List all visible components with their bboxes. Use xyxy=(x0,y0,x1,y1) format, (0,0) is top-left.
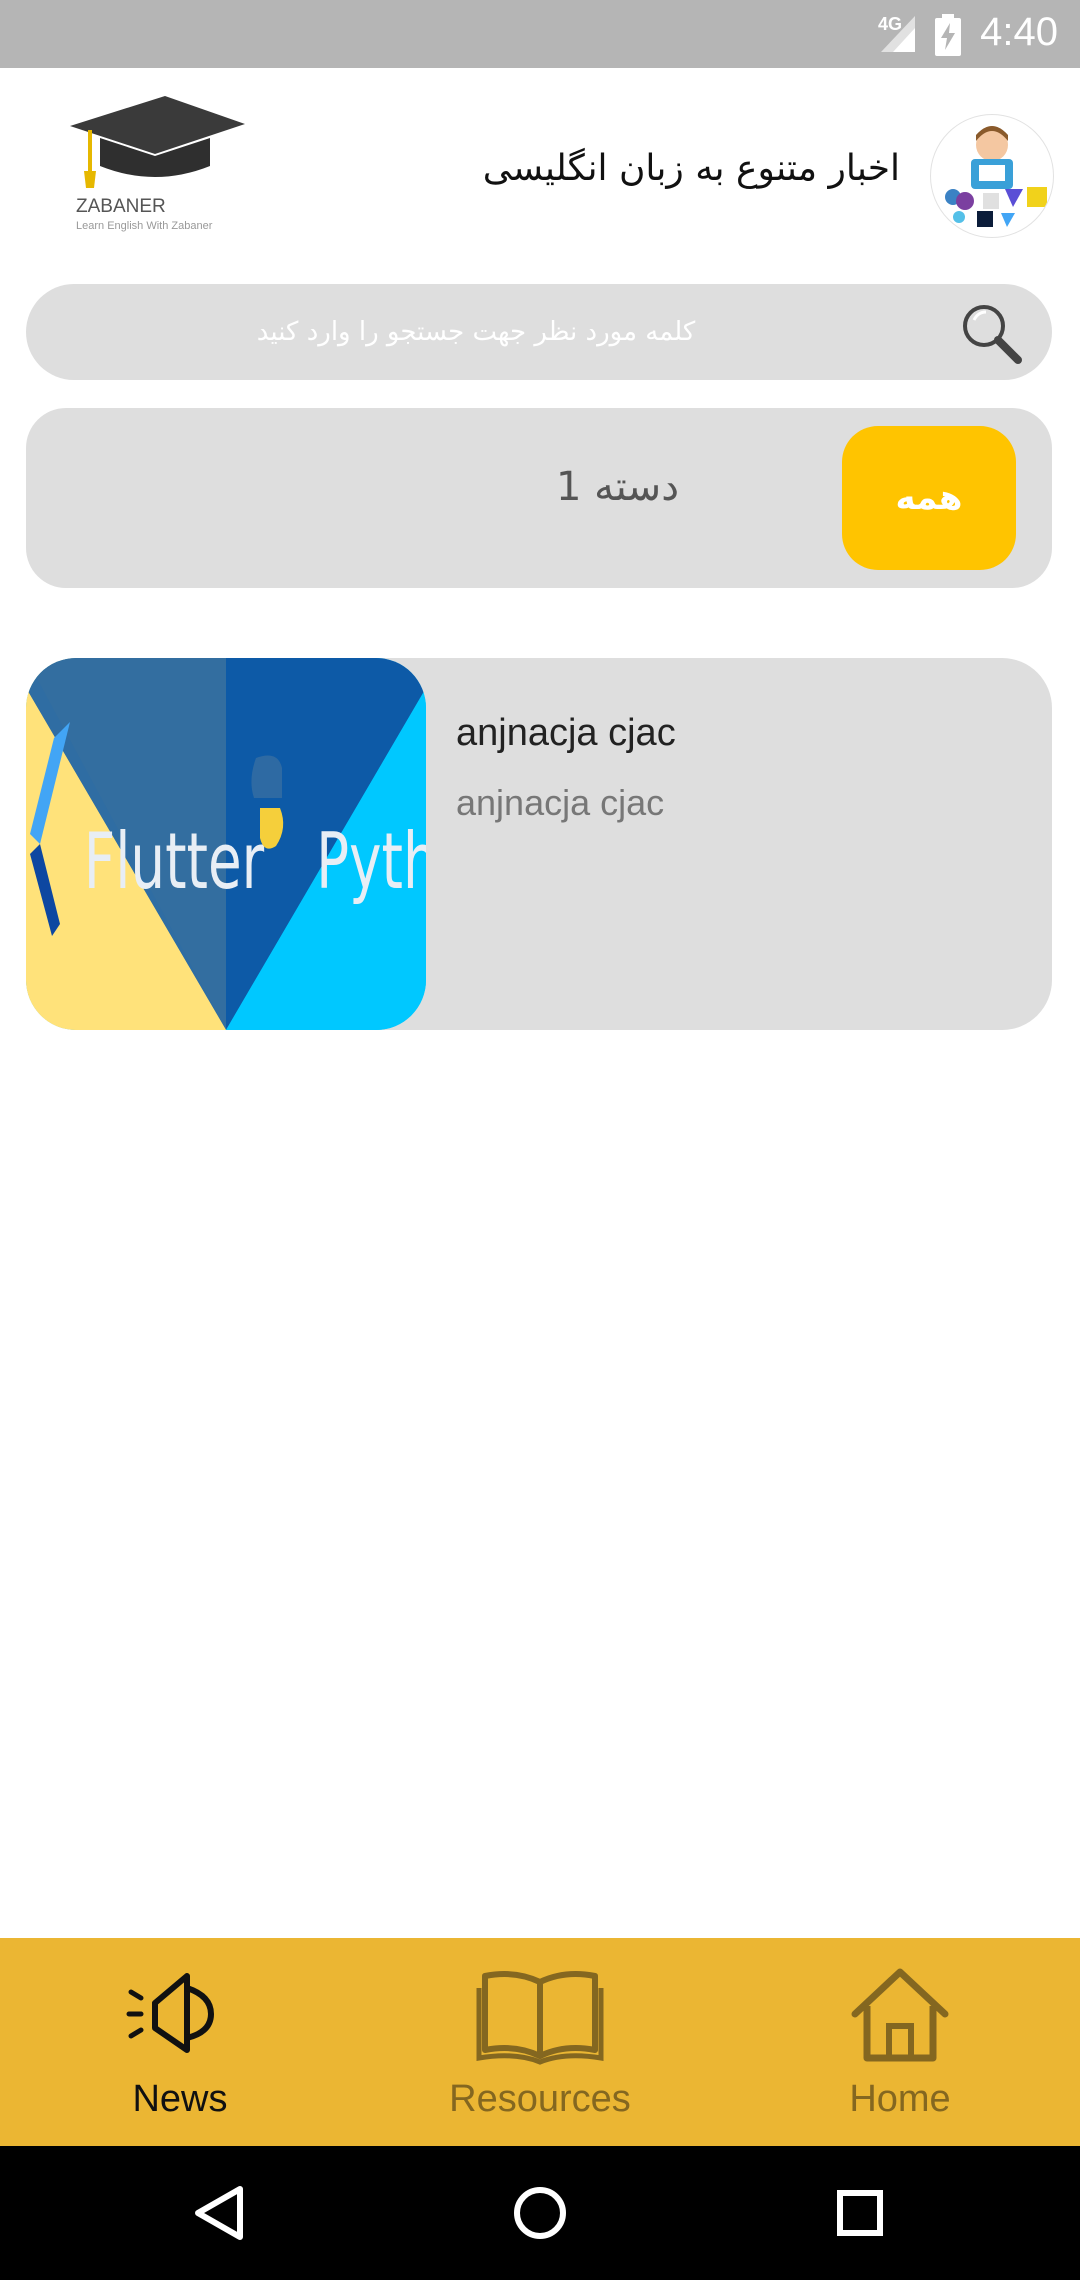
graduation-cap-icon xyxy=(70,96,245,188)
nav-home[interactable]: Home xyxy=(720,1938,1080,2146)
nav-home-label: Home xyxy=(849,2078,951,2120)
system-navigation-bar xyxy=(0,2146,1080,2280)
book-icon xyxy=(476,1971,604,2065)
nav-resources[interactable]: Resources xyxy=(360,1938,720,2146)
nav-news[interactable]: News xyxy=(0,1938,360,2146)
bottom-navigation: News Resources Home xyxy=(0,1938,1080,2146)
profile-avatar[interactable] xyxy=(930,114,1054,238)
megaphone-icon xyxy=(126,1973,215,2053)
logo-tagline: Learn English With Zabaner xyxy=(76,220,213,232)
battery-charging-icon xyxy=(935,14,961,56)
nav-resources-label: Resources xyxy=(449,2078,631,2120)
search-bar[interactable]: کلمه مورد نظر جهت جستجو را وارد کنید xyxy=(26,284,1052,380)
recent-apps-icon[interactable] xyxy=(830,2183,890,2243)
news-thumbnail: Flutter Python xyxy=(26,658,426,1030)
search-input[interactable]: کلمه مورد نظر جهت جستجو را وارد کنید xyxy=(26,284,926,380)
home-circle-icon[interactable] xyxy=(510,2183,570,2243)
clock: 4:40 xyxy=(980,10,1058,54)
flutter-python-image: Flutter Python xyxy=(26,658,426,1030)
zabaner-logo: ZABANER Learn English With Zabaner xyxy=(60,96,260,236)
home-icon xyxy=(851,1968,949,2062)
status-bar: 4G 4:40 xyxy=(0,0,1080,68)
nav-news-label: News xyxy=(132,2078,228,2120)
logo-brand: ZABANER xyxy=(76,196,166,217)
category-filter: همه دسته 1 xyxy=(26,408,1052,588)
news-subtitle: anjnacja cjac xyxy=(456,782,665,823)
category-chip-1[interactable]: دسته 1 xyxy=(556,464,679,510)
developer-avatar-icon xyxy=(945,126,1047,227)
app-header: ZABANER Learn English With Zabaner اخبار… xyxy=(0,68,1080,268)
news-title: anjnacja cjac xyxy=(456,712,676,754)
back-icon[interactable] xyxy=(190,2183,250,2243)
category-chip-all[interactable]: همه xyxy=(842,426,1016,570)
python-text: Python xyxy=(316,817,426,907)
page-title: اخبار متنوع به زبان انگلیسی xyxy=(482,148,900,189)
news-card[interactable]: Flutter Python anjnacja cjac anjnacja cj… xyxy=(26,658,1052,1030)
search-icon[interactable] xyxy=(958,300,1024,366)
flutter-text: Flutter xyxy=(84,817,265,907)
signal-icon xyxy=(881,16,915,52)
